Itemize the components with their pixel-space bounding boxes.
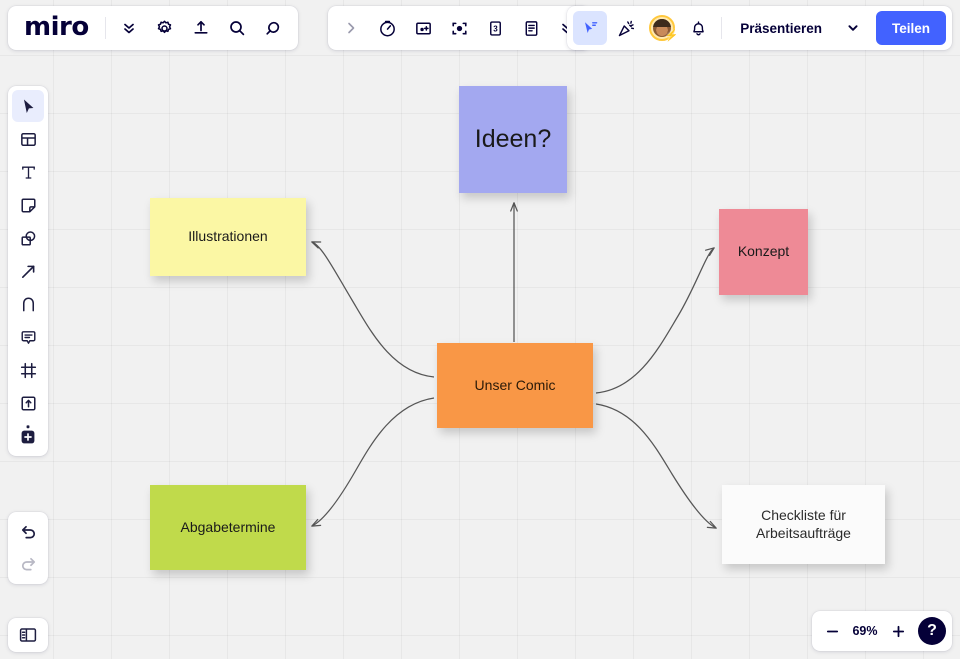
present-button[interactable]: Präsentieren [728,11,834,45]
card-three-icon[interactable]: 3 [478,11,512,45]
sticky-note-tool[interactable] [12,189,44,221]
celebrate-party-popper-icon[interactable] [609,11,643,45]
comment-tool[interactable] [12,321,44,353]
cursor-highlight-icon[interactable] [573,11,608,45]
main-menu-bar: miro [8,6,298,50]
menu-divider [104,17,106,39]
zoom-controls: 69% ? [812,611,952,651]
zoom-level-label[interactable]: 69% [848,624,882,638]
search-icon[interactable] [220,11,254,45]
upload-icon[interactable] [184,11,218,45]
connector-comic-to-abgabetermine [311,397,435,527]
svg-text:3: 3 [493,24,498,33]
upload-tool[interactable] [12,387,44,419]
shapes-tool[interactable] [12,222,44,254]
sticky-note-konzept[interactable]: Konzept [719,209,808,295]
redo-button[interactable] [12,548,44,580]
miro-logo[interactable]: miro [16,12,99,45]
zoom-out-button[interactable] [818,617,846,645]
board-tools-bar: 3 [328,6,590,50]
connector-comic-to-checkliste [595,403,717,529]
sticky-note-illustrationen[interactable]: Illustrationen [150,198,306,276]
session-divider [721,17,723,39]
notes-document-icon[interactable] [514,11,548,45]
session-bar: ⚡ Präsentieren Teilen [567,6,952,50]
sticky-note-checkliste[interactable]: Checkliste für Arbeitsaufträge [722,485,885,564]
zoom-in-button[interactable] [884,617,912,645]
templates-tool[interactable] [12,123,44,155]
spotlight-focus-icon[interactable] [442,11,476,45]
avatar-bolt-badge-icon: ⚡ [664,30,679,42]
timer-icon[interactable] [370,11,404,45]
connector-comic-to-illustrationen [311,241,435,378]
pen-draw-tool[interactable] [12,288,44,320]
sticky-note-ideen[interactable]: Ideen? [459,86,567,193]
select-cursor-tool[interactable] [12,90,44,122]
sticky-note-abgabetermine[interactable]: Abgabetermine [150,485,306,570]
connector-arrow-tool[interactable] [12,255,44,287]
board-canvas[interactable]: Ideen? Illustrationen Konzept Unser Comi… [0,0,960,659]
apps-plugin-icon[interactable] [256,11,290,45]
frame-tool[interactable] [12,354,44,386]
avatar-hair [653,19,672,27]
history-toolbar [8,512,48,584]
settings-gear-icon[interactable] [148,11,182,45]
undo-button[interactable] [12,516,44,548]
sticky-note-unser-comic[interactable]: Unser Comic [437,343,593,428]
text-tool[interactable] [12,156,44,188]
sidebar-panel-toggle[interactable] [8,618,48,652]
help-button[interactable]: ? [918,617,946,645]
expand-chevron-right-icon[interactable] [334,11,368,45]
frame-dot-icon[interactable] [406,11,440,45]
connector-comic-to-konzept [595,247,715,394]
share-button[interactable]: Teilen [875,11,946,45]
more-apps-tool[interactable] [12,420,44,452]
creation-toolbar [8,86,48,456]
present-dropdown-chevron-down-icon[interactable] [836,11,870,45]
avatar[interactable]: ⚡ [645,11,679,45]
collapse-menu-icon[interactable] [112,11,146,45]
notifications-bell-icon[interactable] [681,11,715,45]
